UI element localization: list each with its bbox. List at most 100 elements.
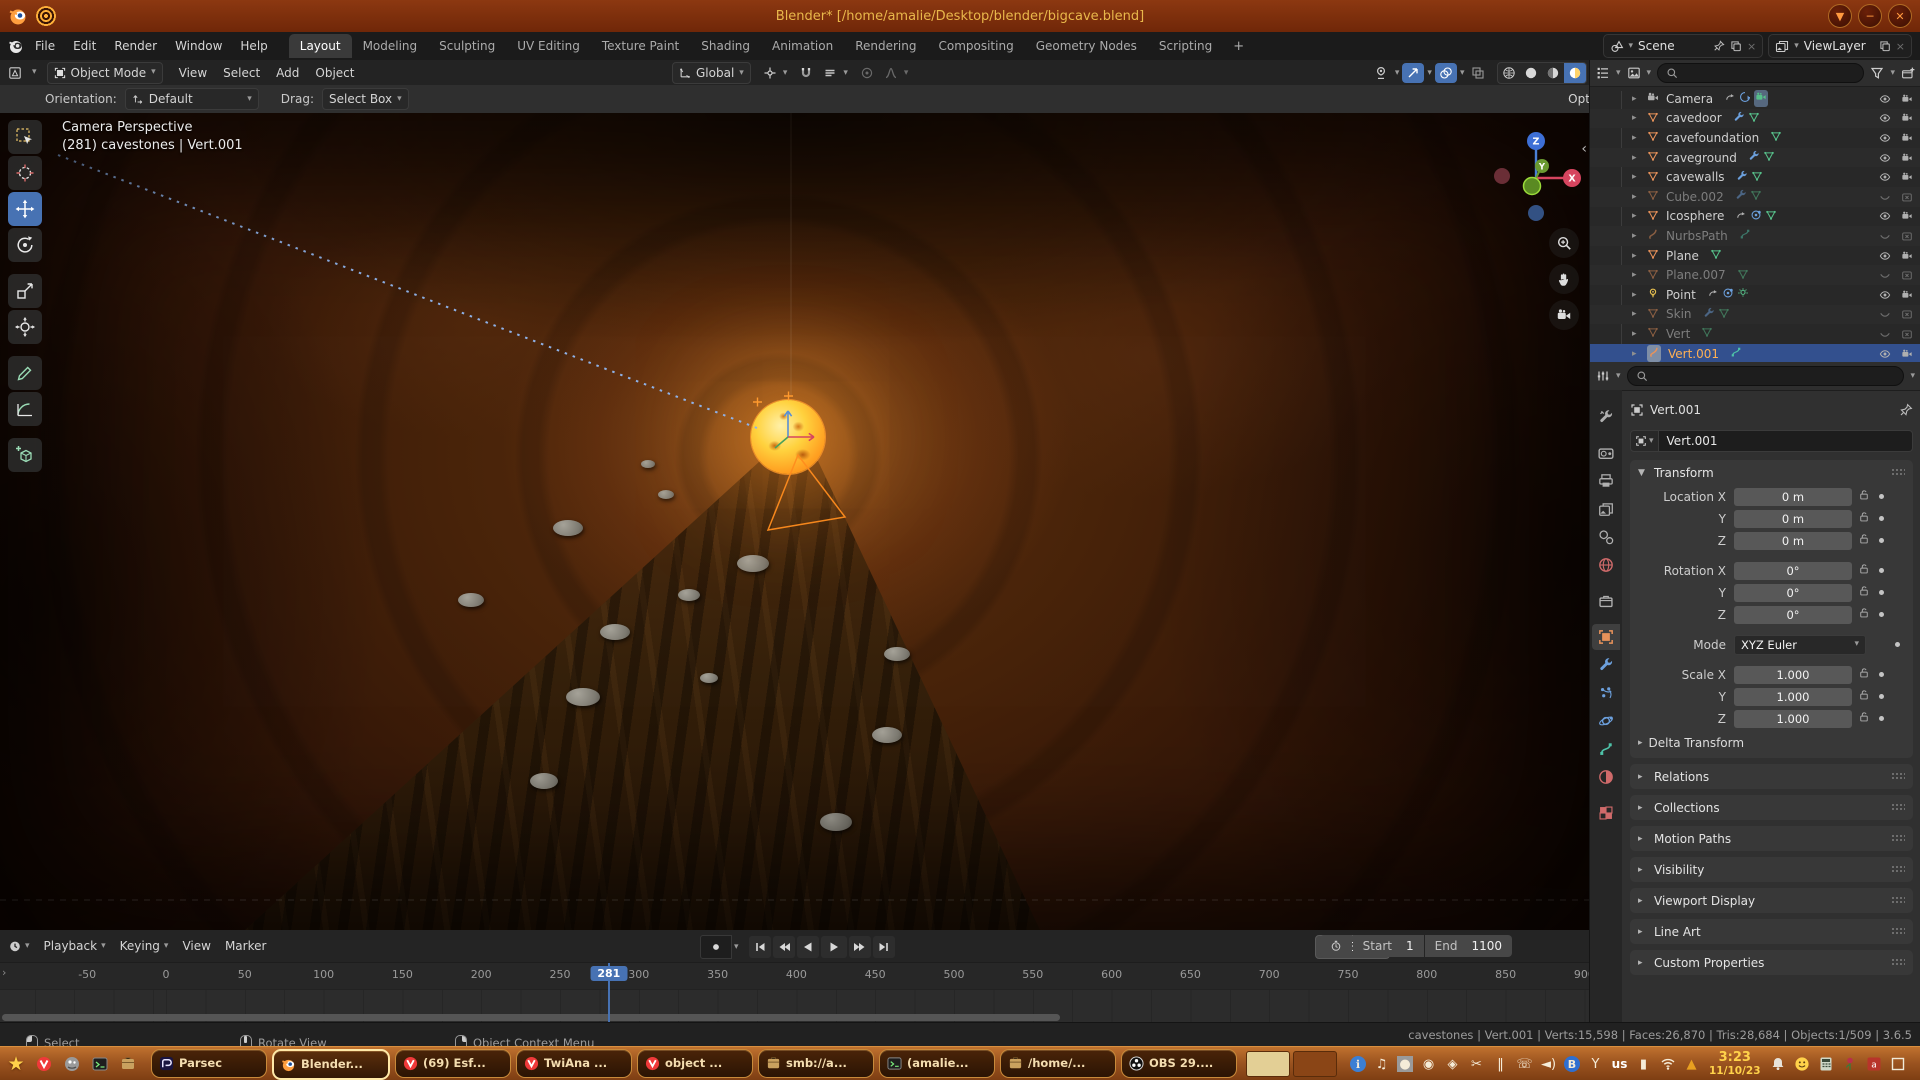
wrench-icon[interactable] (1748, 150, 1760, 162)
taskbar-app-69-esf[interactable]: (69) Esf... (395, 1049, 511, 1078)
tray-microphone-icon[interactable]: ▮ (1635, 1056, 1652, 1073)
viewlayer-selector[interactable]: ▾ ViewLayer × (1768, 34, 1912, 58)
eye-icon[interactable] (1879, 289, 1891, 301)
workspace-tab-rendering[interactable]: Rendering (844, 34, 927, 58)
properties-tab-render[interactable] (1592, 440, 1620, 466)
panel-viewport-display[interactable]: ▸Viewport Display (1630, 888, 1913, 913)
navigation-gizmo[interactable]: Z X Y (1486, 125, 1586, 225)
tray-usb-icon[interactable]: Y (1587, 1056, 1604, 1073)
wrench-icon[interactable] (1735, 189, 1747, 201)
cam-on-icon[interactable] (1901, 93, 1913, 105)
outliner-row-vert[interactable]: ▸ Vert (1590, 324, 1920, 344)
expand-arrow-icon[interactable]: ▸ (1632, 231, 1642, 241)
properties-tab-output[interactable] (1592, 468, 1620, 494)
mesh-data-icon[interactable] (1701, 326, 1713, 338)
expand-arrow-icon[interactable]: ▸ (1632, 349, 1642, 359)
anim-icon[interactable] (1707, 287, 1719, 299)
current-frame-badge[interactable]: 281 (590, 966, 627, 981)
expand-arrow-icon[interactable]: ▸ (1632, 113, 1642, 123)
viewport-menu-add[interactable]: Add (276, 66, 299, 80)
viewport-menu-object[interactable]: Object (315, 66, 354, 80)
properties-tab-world[interactable] (1592, 552, 1620, 578)
cam-off-icon[interactable] (1901, 191, 1913, 203)
tray-color-picker-icon[interactable]: ◈ (1444, 1056, 1461, 1073)
add-workspace-button[interactable]: + (1225, 37, 1252, 56)
anim-icon[interactable] (1735, 209, 1747, 221)
properties-tab-physics-tab[interactable] (1592, 708, 1620, 734)
play-button[interactable] (821, 936, 847, 958)
properties-tab-object[interactable] (1592, 624, 1620, 650)
proportional-edit-button[interactable] (856, 63, 878, 83)
taskbar-app-twiana[interactable]: TwiAna ... (516, 1049, 632, 1078)
drag-handle-icon[interactable] (1891, 772, 1905, 781)
menu-edit[interactable]: Edit (64, 35, 105, 57)
prev-keyframe-button[interactable] (773, 936, 795, 958)
frame-start-field[interactable]: Start1 (1353, 935, 1424, 957)
taskbar-app-home[interactable]: /home/... (1000, 1049, 1116, 1078)
cam-off-icon[interactable] (1901, 328, 1913, 340)
physics-icon[interactable] (1722, 287, 1734, 299)
mesh-data-icon[interactable] (1751, 170, 1763, 182)
outliner-row-cube-002[interactable]: ▸ Cube.002 (1590, 187, 1920, 207)
cam-off-icon[interactable] (1901, 230, 1913, 242)
tray-scissors-icon[interactable]: ✂ (1468, 1056, 1485, 1073)
tray-volume-icon[interactable]: ◄) (1540, 1056, 1557, 1073)
properties-tab-scene[interactable] (1592, 524, 1620, 550)
animate-dot[interactable] (1879, 590, 1884, 595)
shading-wireframe-button[interactable] (1498, 63, 1520, 83)
mesh-data-icon[interactable] (1770, 130, 1782, 142)
transform-panel-header[interactable]: ▼ Transform (1630, 460, 1913, 485)
pan-nav-button[interactable] (1549, 264, 1579, 294)
lock-open-icon[interactable] (1858, 711, 1870, 723)
mode-dropdown[interactable]: Object Mode ▾ (47, 62, 163, 84)
cam-on-icon[interactable] (1901, 132, 1913, 144)
mesh-data-icon[interactable] (1737, 268, 1749, 280)
mesh-data-icon[interactable] (1748, 111, 1760, 123)
menu-window[interactable]: Window (166, 35, 231, 57)
timeline-menu-marker[interactable]: Marker (225, 939, 266, 953)
field-z-value[interactable]: 0° (1734, 606, 1852, 624)
lock-open-icon[interactable] (1858, 689, 1870, 701)
eye-icon[interactable] (1879, 152, 1891, 164)
eye-icon[interactable] (1879, 132, 1891, 144)
filter-icon[interactable] (1870, 66, 1884, 80)
scene-selector[interactable]: ▾ Scene × (1603, 34, 1764, 58)
drag-handle-icon[interactable] (1891, 803, 1905, 812)
snap-settings-button[interactable] (819, 63, 841, 83)
animate-dot[interactable] (1879, 672, 1884, 677)
outliner-row-icosphere[interactable]: ▸ Icosphere (1590, 207, 1920, 227)
expand-arrow-icon[interactable]: ▸ (1632, 329, 1642, 339)
copy-icon[interactable] (1879, 40, 1891, 52)
properties-tab-view-layer[interactable] (1592, 496, 1620, 522)
expand-arrow-icon[interactable]: ▸ (1632, 251, 1642, 261)
remove-icon[interactable]: × (1896, 40, 1905, 53)
window-minimize-button[interactable]: ─ (1858, 4, 1882, 28)
menu-render[interactable]: Render (105, 35, 166, 57)
timeline-scrollbar[interactable] (2, 1014, 1060, 1021)
orientation-dropdown[interactable]: Global ▾ (672, 62, 751, 84)
expand-arrow-icon[interactable]: ▸ (1632, 211, 1642, 221)
tray-wifi-icon[interactable] (1659, 1056, 1676, 1073)
keyboard-layout-indicator[interactable]: us (1611, 1056, 1628, 1073)
viewport-menu-view[interactable]: View (179, 66, 207, 80)
eye-closed-icon[interactable] (1879, 269, 1891, 281)
editor-type-properties-icon[interactable] (1596, 369, 1610, 383)
files-launcher-button[interactable] (116, 1051, 140, 1077)
outliner-row-cavedoor[interactable]: ▸ cavedoor (1590, 109, 1920, 129)
id-type-dropdown[interactable]: ▾ (1630, 430, 1659, 452)
outliner-row-point[interactable]: ▸ Point (1590, 285, 1920, 305)
workspace-tab-shading[interactable]: Shading (690, 34, 761, 58)
field-scale-x-value[interactable]: 1.000 (1734, 666, 1852, 684)
tray-emoji-icon[interactable] (1794, 1056, 1811, 1073)
cursor-tool[interactable] (8, 156, 42, 190)
camera-view-button[interactable] (1549, 300, 1579, 330)
outliner-row-cavefoundation[interactable]: ▸ cavefoundation (1590, 128, 1920, 148)
window-menu-button[interactable]: ▼ (1828, 4, 1852, 28)
tray-amarok-icon[interactable]: a (1866, 1056, 1883, 1073)
field-z-value[interactable]: 1.000 (1734, 710, 1852, 728)
eye-icon[interactable] (1879, 112, 1891, 124)
lock-open-icon[interactable] (1858, 533, 1870, 545)
expand-arrow-icon[interactable]: ▸ (1632, 290, 1642, 300)
eye-closed-icon[interactable] (1879, 328, 1891, 340)
properties-tab-modifiers[interactable] (1592, 652, 1620, 678)
